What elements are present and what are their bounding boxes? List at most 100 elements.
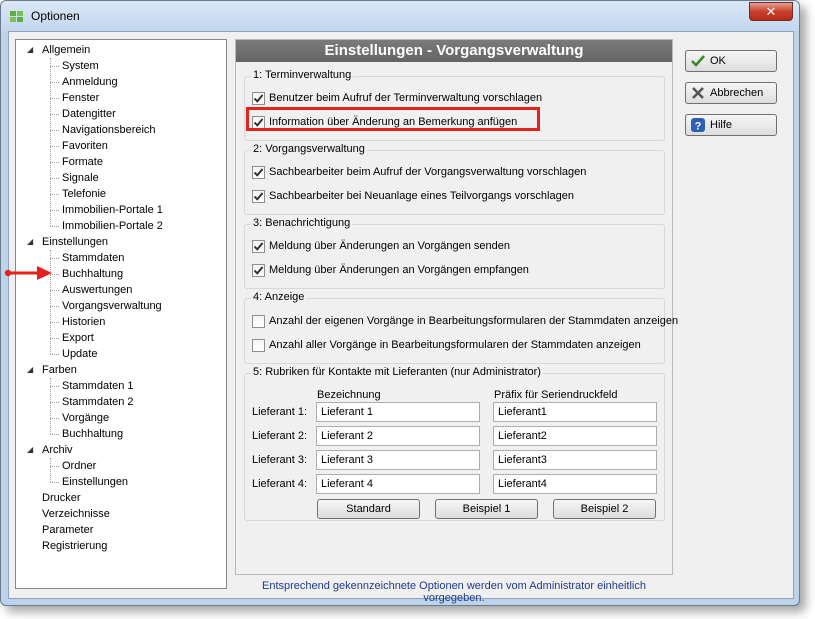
tree-item[interactable]: Immobilien-Portale 1 xyxy=(62,202,163,218)
options-tree[interactable]: ◢ Allgemein System Anmeldung Fenster Datengit… xyxy=(15,39,227,589)
close-icon: ✕ xyxy=(765,4,777,19)
tree-group[interactable]: Archiv xyxy=(42,442,73,458)
row-label: Lieferant 2: xyxy=(252,430,308,442)
tree-item[interactable]: Ordner xyxy=(62,458,96,474)
window-title: Optionen xyxy=(31,9,80,23)
group-label: 2: Vorgangsverwaltung xyxy=(251,143,367,155)
prefix-field-2[interactable]: Lieferant2 xyxy=(493,426,657,446)
tree-item[interactable]: Anmeldung xyxy=(62,74,118,90)
tree-connector xyxy=(50,418,59,419)
tree-connector xyxy=(50,290,59,291)
dialog-body: ◢ Allgemein System Anmeldung Fenster Datengit… xyxy=(8,31,794,604)
beispiel2-button[interactable]: Beispiel 2 xyxy=(553,499,656,519)
app-icon xyxy=(10,11,23,22)
tree-group[interactable]: Farben xyxy=(42,362,77,378)
tree-connector xyxy=(50,258,59,259)
tree-connector xyxy=(50,178,59,179)
checkbox-box[interactable] xyxy=(252,190,265,203)
tree-leaf[interactable]: Drucker xyxy=(42,490,81,506)
checkbox-box[interactable] xyxy=(252,315,265,328)
tree-item[interactable]: Fenster xyxy=(62,90,99,106)
cancel-button[interactable]: Abbrechen xyxy=(685,82,777,104)
tree-item[interactable]: Buchhaltung xyxy=(62,426,123,442)
checkbox-label: Sachbearbeiter bei Neuanlage eines Teilv… xyxy=(269,190,574,202)
tree-connector xyxy=(50,114,59,115)
help-button[interactable]: ? Hilfe xyxy=(685,114,777,136)
group-label: 4: Anzeige xyxy=(251,291,307,303)
checkbox-box[interactable] xyxy=(252,92,265,105)
tree-connector xyxy=(50,466,59,467)
tree-leaf[interactable]: Verzeichnisse xyxy=(42,506,110,522)
prefix-field-1[interactable]: Lieferant1 xyxy=(493,402,657,422)
checkbox-box[interactable] xyxy=(252,339,265,352)
name-field-2[interactable]: Lieferant 2 xyxy=(316,426,480,446)
name-field-1[interactable]: Lieferant 1 xyxy=(316,402,480,422)
tree-item[interactable]: Navigationsbereich xyxy=(62,122,156,138)
prefix-field-3[interactable]: Lieferant3 xyxy=(493,450,657,470)
tree-item[interactable]: Einstellungen xyxy=(62,474,128,490)
tree-group[interactable]: Einstellungen xyxy=(42,234,108,250)
beispiel1-button[interactable]: Beispiel 1 xyxy=(435,499,538,519)
checkbox-label: Anzahl der eigenen Vorgänge in Bearbeitu… xyxy=(269,315,679,327)
tree-item[interactable]: Immobilien-Portale 2 xyxy=(62,218,163,234)
footer-note: Entsprechend gekennzeichnete Optionen we… xyxy=(261,580,646,604)
checkbox-label: Sachbearbeiter beim Aufruf der Vorgangsv… xyxy=(269,166,587,178)
tree-item[interactable]: Buchhaltung xyxy=(62,266,123,282)
tree-connector xyxy=(50,354,59,355)
close-button[interactable]: ✕ xyxy=(749,2,793,21)
checkbox-box[interactable] xyxy=(252,166,265,179)
tree-item[interactable]: Vorgänge xyxy=(62,410,109,426)
svg-text:?: ? xyxy=(695,121,702,133)
tree-item[interactable]: Export xyxy=(62,330,94,346)
ok-button[interactable]: OK xyxy=(685,50,777,72)
checkmark-icon xyxy=(253,242,264,251)
tree-connector xyxy=(50,226,59,227)
checkbox-label: Anzahl aller Vorgänge in Bearbeitungsfor… xyxy=(269,339,641,351)
tree-item[interactable]: Historien xyxy=(62,314,105,330)
tree-leaf[interactable]: Registrierung xyxy=(42,538,107,554)
expand-arrow-icon[interactable]: ◢ xyxy=(27,442,37,458)
tree-item[interactable]: Formate xyxy=(62,154,103,170)
checkbox-label: Meldung über Änderungen an Vorgängen sen… xyxy=(269,240,510,252)
tree-item[interactable]: Stammdaten 2 xyxy=(62,394,134,410)
tree-item[interactable]: Signale xyxy=(62,170,99,186)
tree-connector xyxy=(50,306,59,307)
tree-item[interactable]: Datengitter xyxy=(62,106,116,122)
tree-connector xyxy=(50,162,59,163)
checkmark-icon xyxy=(691,55,705,67)
group-rubriken: 5: Rubriken für Kontakte mit Lieferanten… xyxy=(244,366,665,521)
tree-group[interactable]: Allgemein xyxy=(42,42,90,58)
expand-arrow-icon[interactable]: ◢ xyxy=(27,234,37,250)
group-anzeige: 4: Anzeige Anzahl der eigenen Vorgänge i… xyxy=(244,291,678,364)
name-field-3[interactable]: Lieferant 3 xyxy=(316,450,480,470)
tree-leaf[interactable]: Parameter xyxy=(42,522,93,538)
tree-connector xyxy=(50,434,59,435)
panel-title: Einstellungen - Vorgangsverwaltung xyxy=(236,40,672,62)
tree-connector xyxy=(50,194,59,195)
red-arrow-pointer xyxy=(4,266,52,280)
checkmark-icon xyxy=(253,94,264,103)
checkbox-box[interactable] xyxy=(252,264,265,277)
expand-arrow-icon[interactable]: ◢ xyxy=(27,362,37,378)
options-window: Optionen ✕ ◢ Allgemein System Anmeldung Fens… xyxy=(0,0,800,606)
tree-item[interactable]: Stammdaten 1 xyxy=(62,378,134,394)
prefix-field-4[interactable]: Lieferant4 xyxy=(493,474,657,494)
tree-connector xyxy=(50,130,59,131)
tree-item[interactable]: System xyxy=(62,58,99,74)
checkbox-box[interactable] xyxy=(252,240,265,253)
tree-item[interactable]: Stammdaten xyxy=(62,250,124,266)
group-label: 5: Rubriken für Kontakte mit Lieferanten… xyxy=(251,366,543,378)
tree-connector xyxy=(50,322,59,323)
tree-item[interactable]: Vorgangsverwaltung xyxy=(62,298,162,314)
tree-item[interactable]: Telefonie xyxy=(62,186,106,202)
expand-arrow-icon[interactable]: ◢ xyxy=(27,42,37,58)
tree-item[interactable]: Update xyxy=(62,346,97,362)
checkbox-label: Benutzer beim Aufruf der Terminverwaltun… xyxy=(269,92,543,104)
tree-item[interactable]: Favoriten xyxy=(62,138,108,154)
standard-button[interactable]: Standard xyxy=(317,499,420,519)
tree-item[interactable]: Auswertungen xyxy=(62,282,132,298)
cancel-label: Abbrechen xyxy=(710,87,764,99)
tree-connector xyxy=(50,210,59,211)
name-field-4[interactable]: Lieferant 4 xyxy=(316,474,480,494)
title-bar[interactable]: Optionen ✕ xyxy=(1,1,799,31)
